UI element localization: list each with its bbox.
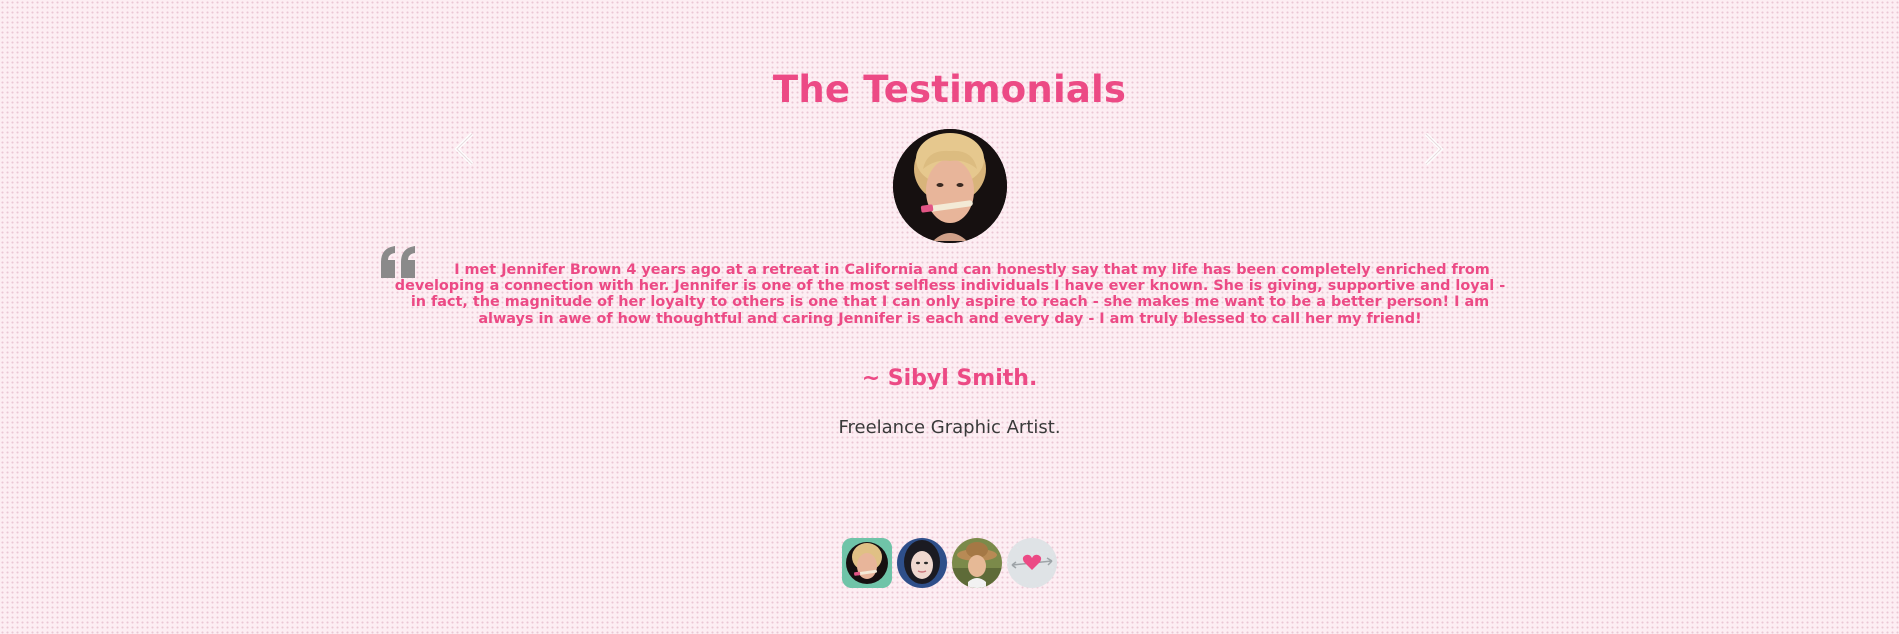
testimonial-author: ~ Sibyl Smith. — [861, 366, 1038, 391]
heart-arrow-thumbnail-image — [1007, 538, 1057, 588]
blonde-woman-thumbnail-image — [842, 538, 892, 588]
section-title: The Testimonials — [772, 68, 1127, 111]
chevron-left-icon — [454, 132, 474, 166]
heart-arrow-thumbnail[interactable] — [1007, 538, 1057, 588]
dark-hair-woman-thumbnail[interactable] — [897, 538, 947, 588]
chevron-right-icon — [1424, 132, 1444, 166]
prev-arrow-button[interactable] — [452, 132, 478, 166]
testimonial-author-role: Freelance Graphic Artist. — [838, 417, 1061, 438]
next-arrow-button[interactable] — [1420, 132, 1446, 166]
blonde-woman-thumbnail[interactable] — [842, 538, 892, 588]
blonde-woman-photo — [893, 129, 1007, 243]
hat-woman-thumbnail[interactable] — [952, 538, 1002, 588]
testimonial-text: I met Jennifer Brown 4 years ago at a re… — [394, 262, 1506, 327]
testimonial-avatar — [893, 129, 1007, 243]
dark-hair-woman-thumbnail-image — [897, 538, 947, 588]
testimonial-thumbnails — [842, 538, 1057, 588]
hat-woman-thumbnail-image — [952, 538, 1002, 588]
